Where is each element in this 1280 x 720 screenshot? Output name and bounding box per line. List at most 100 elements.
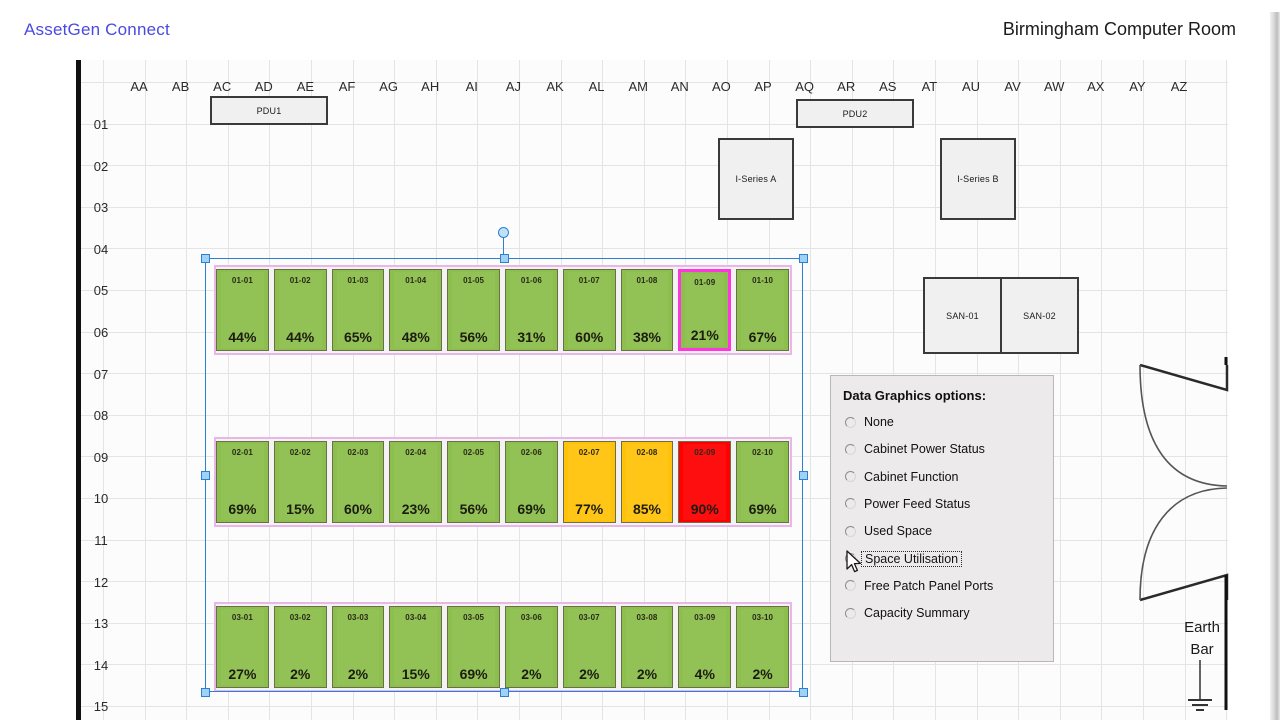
data-graphics-option-label: Space Utilisation	[861, 550, 963, 567]
cabinet-row-02[interactable]: 02-01 69% 02-02 15% 02-03 60% 02-04 23% 02-05 56%…	[214, 437, 792, 527]
cabinet-03-09[interactable]: 03-09 4%	[678, 606, 732, 688]
cabinet-02-05[interactable]: 02-05 56%	[447, 441, 500, 523]
cabinet-01-02[interactable]: 01-02 44%	[273, 269, 327, 351]
cabinet-03-01[interactable]: 03-01 27%	[216, 606, 269, 688]
column-label-af: AF	[338, 79, 356, 94]
row-label-12: 12	[93, 574, 109, 590]
data-graphics-option-capacity-summary[interactable]: Capacity Summary	[845, 603, 970, 623]
data-graphics-option-cabinet-power-status[interactable]: Cabinet Power Status	[845, 439, 985, 459]
resize-handle-0[interactable]	[200, 253, 210, 263]
resize-handle-5[interactable]	[200, 687, 210, 697]
cabinet-02-09[interactable]: 02-09 90%	[678, 441, 732, 523]
radio-button-icon[interactable]	[845, 498, 856, 510]
page-title: Birmingham Computer Room	[1002, 19, 1236, 39]
data-graphics-option-cabinet-function[interactable]: Cabinet Function	[845, 467, 959, 487]
column-label-ak: AK	[546, 79, 564, 94]
cabinet-utilisation-value: 31%	[517, 329, 546, 345]
cabinet-02-10[interactable]: 02-10 69%	[736, 441, 789, 523]
equipment-san-02[interactable]: SAN-02	[1000, 277, 1079, 354]
cabinet-02-07[interactable]: 02-07 77%	[562, 441, 616, 523]
cabinet-utilisation-value: 4%	[694, 666, 715, 682]
equipment-i-series-a[interactable]: I-Series A	[718, 138, 794, 220]
cabinet-01-06[interactable]: 01-06 31%	[505, 269, 558, 351]
column-label-ad: AD	[254, 79, 273, 94]
cabinet-label: 01-05	[463, 276, 485, 285]
earth-bar-line2: Bar	[1190, 641, 1214, 658]
cabinet-01-07[interactable]: 01-07 60%	[562, 269, 616, 351]
row-label-11: 11	[94, 533, 108, 548]
grid-line-horizontal	[81, 206, 1228, 208]
column-label-aq: AQ	[795, 79, 814, 94]
radio-button-icon[interactable]	[845, 580, 856, 592]
grid-line-horizontal	[81, 539, 1228, 541]
resize-handle-7[interactable]	[798, 687, 808, 697]
cabinet-01-03[interactable]: 01-03 65%	[331, 269, 385, 351]
window-scrollbar-edge[interactable]	[1270, 0, 1280, 720]
radio-button-icon[interactable]	[845, 607, 856, 619]
column-label-ah: AH	[421, 79, 440, 94]
cabinet-row-01[interactable]: 01-01 44% 01-02 44% 01-03 65% 01-04 48% 01-05 56%…	[214, 265, 792, 355]
equipment-i-series-b[interactable]: I-Series B	[940, 138, 1016, 220]
equipment-label: PDU1	[256, 105, 282, 116]
cabinet-label: 01-10	[752, 276, 774, 285]
data-graphics-option-none[interactable]: None	[845, 412, 894, 432]
app-brand: AssetGen Connect	[24, 20, 170, 39]
cabinet-label: 03-06	[520, 613, 542, 622]
cabinet-02-01[interactable]: 02-01 69%	[216, 441, 269, 523]
resize-handle-1[interactable]	[499, 253, 509, 263]
equipment-san-01[interactable]: SAN-01	[923, 277, 1002, 354]
data-graphics-option-power-feed-status[interactable]: Power Feed Status	[845, 494, 970, 514]
rotation-handle[interactable]	[498, 227, 509, 238]
cabinet-utilisation-value: 60%	[343, 501, 372, 517]
radio-button-icon[interactable]	[845, 525, 856, 537]
cabinet-03-02[interactable]: 03-02 2%	[273, 606, 327, 688]
cabinet-label: 02-04	[405, 448, 427, 457]
data-graphics-option-free-patch-panel-ports[interactable]: Free Patch Panel Ports	[845, 576, 993, 596]
cabinet-03-10[interactable]: 03-10 2%	[736, 606, 789, 688]
row-label-09: 09	[93, 449, 109, 465]
radio-button-icon[interactable]	[845, 416, 856, 428]
data-graphics-option-label: Used Space	[864, 524, 933, 539]
equipment-pdu1[interactable]: PDU1	[210, 96, 328, 125]
equipment-pdu2[interactable]: PDU2	[796, 99, 914, 128]
grid-line-vertical	[1059, 60, 1061, 720]
cabinet-02-03[interactable]: 02-03 60%	[331, 441, 385, 523]
cabinet-01-10[interactable]: 01-10 67%	[736, 269, 789, 351]
data-graphics-option-used-space[interactable]: Used Space	[845, 521, 932, 541]
window-edge-top-spacer	[1270, 0, 1280, 12]
row-label-01: 01	[93, 117, 109, 132]
radio-button-icon[interactable]	[845, 471, 856, 483]
cabinet-01-04[interactable]: 01-04 48%	[389, 269, 443, 351]
cabinet-02-04[interactable]: 02-04 23%	[389, 441, 443, 523]
cabinet-02-06[interactable]: 02-06 69%	[505, 441, 558, 523]
resize-handle-4[interactable]	[798, 470, 808, 480]
radio-button-icon[interactable]	[845, 443, 856, 455]
cabinet-02-08[interactable]: 02-08 85%	[620, 441, 674, 523]
resize-handle-2[interactable]	[798, 253, 808, 263]
cabinet-03-07[interactable]: 03-07 2%	[562, 606, 616, 688]
data-graphics-panel[interactable]: Data Graphics options: None Cabinet Power…	[830, 375, 1054, 662]
cabinet-utilisation-value: 38%	[632, 329, 661, 345]
cabinet-01-05[interactable]: 01-05 56%	[447, 269, 500, 351]
grid-line-vertical	[810, 60, 812, 720]
resize-handle-6[interactable]	[499, 687, 509, 697]
cabinet-03-03[interactable]: 03-03 2%	[331, 606, 385, 688]
cabinet-utilisation-value: 48%	[401, 329, 430, 345]
cabinet-01-08[interactable]: 01-08 38%	[620, 269, 674, 351]
cabinet-03-06[interactable]: 03-06 2%	[505, 606, 558, 688]
grid-line-horizontal	[81, 248, 1228, 250]
cabinet-01-01[interactable]: 01-01 44%	[216, 269, 269, 351]
cabinet-03-08[interactable]: 03-08 2%	[620, 606, 674, 688]
earth-bar-label: Earth Bar	[1172, 617, 1232, 661]
cabinet-label: 02-03	[347, 448, 369, 457]
cabinet-03-05[interactable]: 03-05 69%	[447, 606, 500, 688]
grid-line-horizontal	[81, 581, 1228, 583]
resize-handle-3[interactable]	[200, 470, 210, 480]
cabinet-01-09[interactable]: 01-09 21%	[678, 269, 732, 351]
column-label-aw: AW	[1043, 79, 1065, 94]
column-label-ax: AX	[1087, 79, 1105, 94]
cabinet-row-03[interactable]: 03-01 27% 03-02 2% 03-03 2% 03-04 15% 03-05 69% 03…	[214, 602, 792, 692]
cabinet-02-02[interactable]: 02-02 15%	[273, 441, 327, 523]
cabinet-03-04[interactable]: 03-04 15%	[389, 606, 443, 688]
data-graphics-option-label: None	[864, 415, 894, 429]
